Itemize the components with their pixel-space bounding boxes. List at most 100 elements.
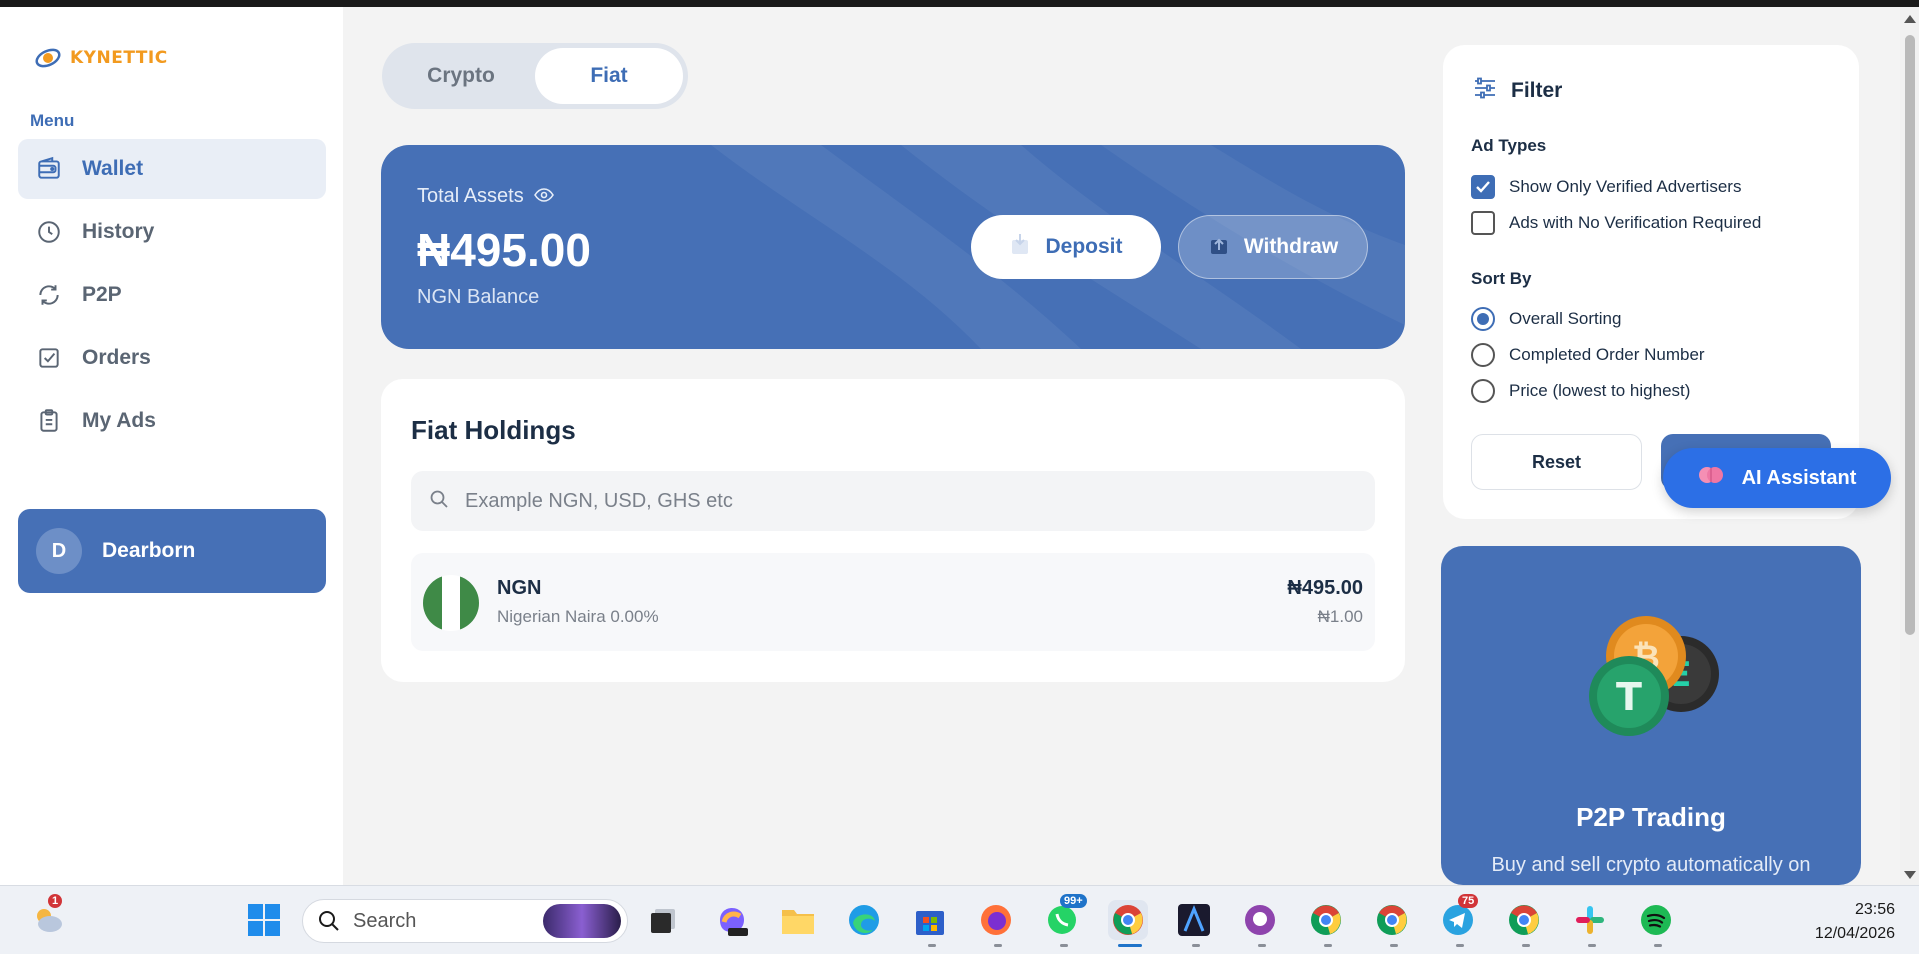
search-icon [429,489,449,514]
microsoft-store-icon[interactable] [910,900,950,940]
logo-icon [34,45,64,71]
option-label: Ads with No Verification Required [1509,213,1762,232]
taskbar-running-indicator [1588,944,1596,947]
slack-icon[interactable] [1570,900,1610,940]
no-verification-checkbox[interactable]: Ads with No Verification Required [1471,211,1761,235]
file-explorer-icon[interactable] [778,900,818,940]
radio-unselected[interactable] [1471,343,1495,367]
deposit-button[interactable]: Deposit [971,215,1161,279]
checkbox-unchecked[interactable] [1471,211,1495,235]
holdings-title: Fiat Holdings [411,415,576,445]
user-name: Dearborn [102,539,196,562]
sliders-icon [1473,77,1497,105]
chrome-icon[interactable] [1372,900,1412,940]
currency-description: Nigerian Naira 0.00% [497,607,659,626]
app-logo[interactable]: KYNETTIC [34,45,168,71]
clock-date: 12/04/2026 [1814,925,1895,942]
radio-selected[interactable] [1471,307,1495,331]
reset-button[interactable]: Reset [1471,434,1642,490]
svg-text:T: T [1616,675,1642,719]
sort-overall-radio[interactable]: Overall Sorting [1471,307,1621,331]
page-scrollbar[interactable] [1900,7,1919,885]
crypto-fiat-toggle: Crypto Fiat [382,43,688,109]
filter-header: Filter [1473,77,1562,105]
radio-unselected[interactable] [1471,379,1495,403]
total-assets-label: Total Assets [417,185,554,208]
taskbar-running-indicator [1654,944,1662,947]
whatsapp-icon[interactable]: 99+ [1042,894,1087,940]
sort-by-label: Sort By [1471,269,1532,288]
taskbar-running-indicator [1456,944,1464,947]
total-assets-text: Total Assets [417,185,524,207]
scroll-thumb[interactable] [1905,35,1915,635]
github-icon[interactable] [1240,900,1280,940]
chrome-profile-icon[interactable] [1108,900,1148,940]
windows-start-icon[interactable] [244,900,284,940]
ad-types-label: Ad Types [1471,136,1547,155]
sidebar-item-wallet[interactable]: Wallet [18,139,326,199]
total-assets-value: ₦495.00 [417,224,591,276]
search-input[interactable] [465,489,1325,513]
windows-taskbar: 1 Search 99+ 75 23:56 12/04/2026 [0,885,1919,954]
currency-code: NGN [497,577,542,599]
option-label: Price (lowest to highest) [1509,381,1691,400]
taskbar-search[interactable]: Search [302,899,628,943]
p2p-promo-card: Ξ ₿ T P2P Trading Buy and sell crypto au… [1441,546,1861,885]
taskbar-running-indicator [1258,944,1266,947]
firefox-icon[interactable] [976,900,1016,940]
sidebar-item-orders[interactable]: Orders [18,328,326,388]
sidebar: KYNETTIC Menu Wallet History P2P Orders … [0,7,343,885]
chrome-icon[interactable] [1306,900,1346,940]
spotify-icon[interactable] [1636,900,1676,940]
search-highlight-image-icon [543,904,621,938]
currency-amount: ₦495.00 [1287,577,1363,599]
checkbox-checked[interactable] [1471,175,1495,199]
sidebar-item-label: Wallet [82,157,144,180]
taskbar-running-indicator [1192,944,1200,947]
clipboard-icon [36,408,62,434]
m365-copilot-icon[interactable] [712,900,752,940]
chrome-icon[interactable] [1504,900,1544,940]
sidebar-item-p2p[interactable]: P2P [18,265,326,325]
task-view-icon[interactable] [644,900,684,940]
clock-icon [36,219,62,245]
sidebar-item-label: Orders [82,346,151,369]
ai-assistant-button[interactable]: AI Assistant [1663,448,1891,508]
withdraw-button[interactable]: Withdraw [1178,215,1368,279]
weather-badge: 1 [48,894,63,908]
refresh-icon [36,282,62,308]
scroll-down-arrow-icon[interactable] [1904,871,1916,879]
scroll-up-arrow-icon[interactable] [1904,15,1916,23]
edge-browser-icon[interactable] [844,900,884,940]
eye-icon[interactable] [533,185,554,208]
system-clock[interactable]: 23:56 12/04/2026 [1815,898,1895,946]
sort-completed-orders-radio[interactable]: Completed Order Number [1471,343,1705,367]
crypto-coins-illustration: Ξ ₿ T [1589,616,1719,736]
brain-icon [1698,464,1724,492]
wallet-icon [36,156,62,182]
tab-fiat[interactable]: Fiat [535,48,683,104]
withdraw-icon [1208,232,1230,262]
arc-app-icon[interactable] [1174,900,1214,940]
checkbox-icon [36,345,62,371]
deposit-icon [1009,232,1031,262]
ai-assistant-label: AI Assistant [1741,466,1857,489]
sort-price-radio[interactable]: Price (lowest to highest) [1471,379,1690,403]
promo-title: P2P Trading [1576,802,1726,832]
weather-icon[interactable]: 1 [28,894,68,940]
tab-crypto[interactable]: Crypto [387,48,535,104]
taskbar-running-indicator [1390,944,1398,947]
list-item[interactable]: NGN Nigerian Naira 0.00% ₦495.00 ₦1.00 [411,553,1375,651]
clock-time: 23:56 [1854,901,1895,918]
telegram-icon[interactable]: 75 [1438,894,1479,940]
avatar: D [36,528,82,574]
holdings-search [411,471,1375,531]
user-profile-card[interactable]: D Dearborn [18,509,326,593]
verified-advertisers-checkbox[interactable]: Show Only Verified Advertisers [1471,175,1741,199]
sidebar-item-my-ads[interactable]: My Ads [18,391,326,451]
sidebar-item-history[interactable]: History [18,202,326,262]
telegram-badge: 75 [1458,894,1479,908]
fiat-holdings-panel: Fiat Holdings NGN Nigerian Naira 0.00% ₦… [381,379,1405,682]
menu-label: Menu [30,111,75,130]
option-label: Show Only Verified Advertisers [1509,177,1742,196]
